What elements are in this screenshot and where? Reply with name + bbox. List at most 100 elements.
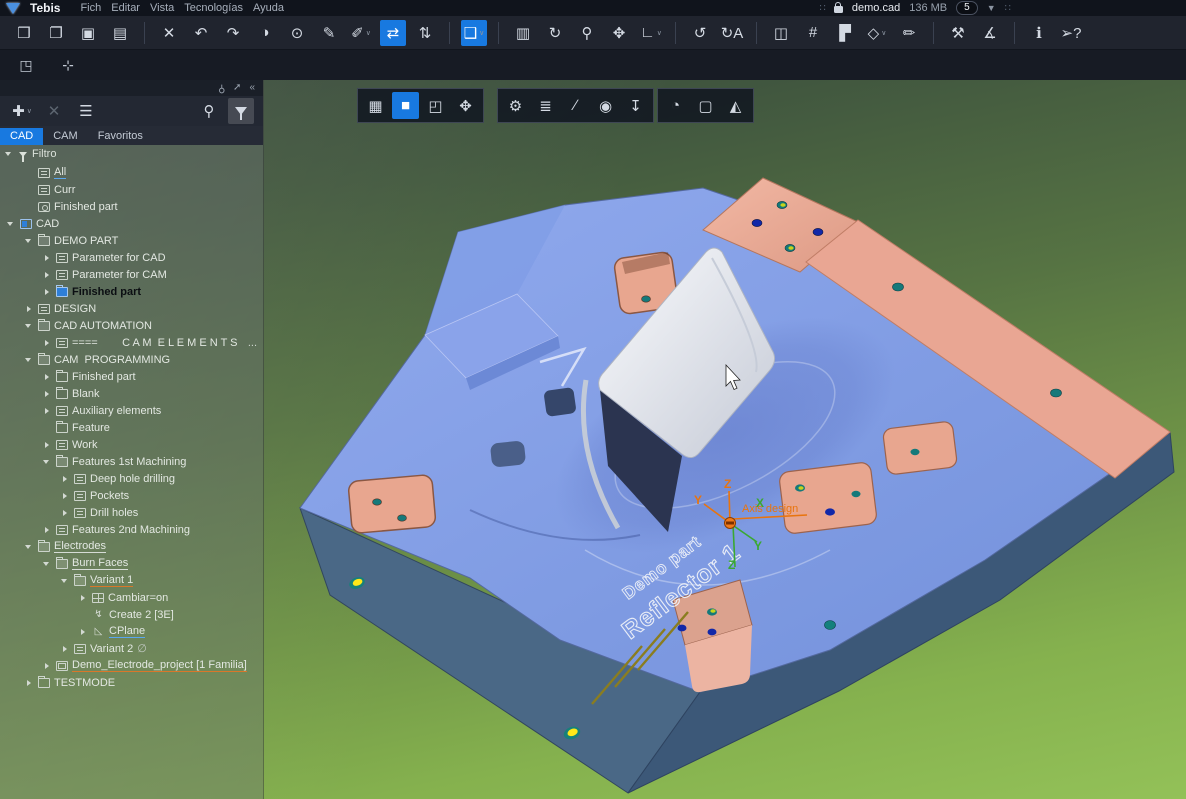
tree-item-design[interactable]: DESIGN (0, 300, 263, 317)
nc-head-icon[interactable]: ⚙ (502, 92, 529, 119)
hidden-line-view-icon[interactable]: ◰ (422, 92, 449, 119)
chevron-closed-icon[interactable] (42, 389, 52, 399)
wireframe-view-icon[interactable]: ▦ (362, 92, 389, 119)
tree-item-cad-automation[interactable]: CAD AUTOMATION (0, 317, 263, 334)
tree-item-create-2-3e[interactable]: ↯Create 2 [3E] (0, 606, 263, 623)
edit-box-icon[interactable]: ✏ (896, 20, 922, 46)
tree-item-variant-1[interactable]: Variant 1 (0, 572, 263, 589)
tree-item-finished-part[interactable]: Finished part (0, 283, 263, 300)
chevron-down-icon[interactable]: ▼ (987, 3, 996, 13)
radius-check-icon[interactable]: ◔ (662, 92, 689, 119)
tree-item-c-a-m-e-l-e-m-e-n-t-s[interactable]: ==== C A M E L E M E N T S... (0, 334, 263, 351)
menu-tecnolog-as[interactable]: Tecnologías (184, 2, 243, 14)
tree-item-parameter-for-cad[interactable]: Parameter for CAD (0, 249, 263, 266)
sync-visibility-icon[interactable]: ⇄ (380, 20, 406, 46)
mill-check-icon[interactable]: ◭ (722, 92, 749, 119)
power-icon[interactable]: ⊙ (284, 20, 310, 46)
shaded-view-icon[interactable]: ■ (392, 92, 419, 119)
filter-icon[interactable] (228, 98, 254, 124)
nc-list-icon[interactable]: ≣ (532, 92, 559, 119)
chevron-closed-icon[interactable] (60, 491, 70, 501)
view-cube-icon[interactable]: ◳ (13, 52, 39, 78)
render-mode-icon[interactable]: ❑∨ (461, 20, 487, 46)
filter-row[interactable]: Filtro (0, 145, 263, 163)
chevron-closed-icon[interactable] (78, 627, 88, 637)
tree-item-finished-part[interactable]: Finished part (0, 368, 263, 385)
delete-icon[interactable]: ✕ (156, 20, 182, 46)
tree-item-work[interactable]: Work (0, 436, 263, 453)
redo-icon[interactable]: ↷ (220, 20, 246, 46)
chevron-open-icon[interactable] (42, 457, 52, 467)
menu-editar[interactable]: Editar (111, 2, 140, 14)
tree-item-feature[interactable]: Feature (0, 419, 263, 436)
surface-check-icon[interactable]: ◉ (592, 92, 619, 119)
chevron-closed-icon[interactable] (60, 508, 70, 518)
pin-icon[interactable]: ⚲ (218, 83, 225, 93)
tree-item-parameter-for-cam[interactable]: Parameter for CAM (0, 266, 263, 283)
tree-item-cam-programming[interactable]: CAM PROGRAMMING (0, 351, 263, 368)
chevron-closed-icon[interactable] (42, 661, 52, 671)
tree-item-deep-hole-drilling[interactable]: Deep hole drilling (0, 470, 263, 487)
tree-item-cplane[interactable]: ◺CPlane (0, 623, 263, 640)
tab-cam[interactable]: CAM (43, 128, 87, 145)
grid-icon[interactable]: # (800, 20, 826, 46)
menu-ayuda[interactable]: Ayuda (253, 2, 284, 14)
tab-cad[interactable]: CAD (0, 128, 43, 145)
chevron-open-icon[interactable] (24, 321, 34, 331)
list-options-icon[interactable]: ☰ (73, 98, 99, 124)
chevron-open-icon[interactable] (60, 576, 70, 586)
chevron-closed-icon[interactable] (60, 474, 70, 484)
tree-item-variant-2[interactable]: Variant 2∅ (0, 640, 263, 657)
menu-fich[interactable]: Fich (80, 2, 101, 14)
frame-icon[interactable]: ▛ (832, 20, 858, 46)
tree-item-all[interactable]: All (0, 164, 263, 181)
select-label-icon[interactable]: ✐∨ (348, 20, 374, 46)
tree-item-pockets[interactable]: Pockets (0, 487, 263, 504)
tree-item-auxiliary-elements[interactable]: Auxiliary elements (0, 402, 263, 419)
detach-icon[interactable]: ➚ (233, 83, 241, 93)
chevron-open-icon[interactable] (42, 559, 52, 569)
color-mode-icon[interactable]: ◑ (252, 20, 278, 46)
rotate-view-icon[interactable]: ↺ (687, 20, 713, 46)
tree-item-blank[interactable]: Blank (0, 385, 263, 402)
open-file-icon[interactable]: ❒ (11, 20, 37, 46)
chevron-open-icon[interactable] (24, 355, 34, 365)
chevron-open-icon[interactable] (24, 236, 34, 246)
drill-tool-icon[interactable]: ↧ (622, 92, 649, 119)
wrench-icon[interactable]: ⚒ (945, 20, 971, 46)
chevron-closed-icon[interactable] (42, 525, 52, 535)
chevron-closed-icon[interactable] (42, 270, 52, 280)
chevron-closed-icon[interactable] (42, 338, 52, 348)
chevron-closed-icon[interactable] (42, 440, 52, 450)
chevron-closed-icon[interactable] (42, 287, 52, 297)
chevron-open-icon[interactable] (24, 542, 34, 552)
axis-tripod-icon[interactable]: ⊹ (55, 52, 81, 78)
search-icon[interactable]: ⚲ (196, 98, 222, 124)
mold-model[interactable] (300, 178, 1174, 793)
menu-vista[interactable]: Vista (150, 2, 174, 14)
collapse-icon[interactable]: « (249, 83, 255, 93)
chevron-closed-icon[interactable] (42, 406, 52, 416)
undo-icon[interactable]: ↶ (188, 20, 214, 46)
save-icon[interactable]: ▣ (75, 20, 101, 46)
chevron-closed-icon[interactable] (78, 593, 88, 603)
chevron-closed-icon[interactable] (42, 372, 52, 382)
drag-handle-icon[interactable]: ∷ (820, 3, 825, 14)
pen-off-icon[interactable]: ✎ (316, 20, 342, 46)
tree-item-features-2nd-machining[interactable]: Features 2nd Machining (0, 521, 263, 538)
tab-favoritos[interactable]: Favoritos (88, 128, 153, 145)
coord-axis-icon[interactable]: ∟∨ (638, 20, 664, 46)
tree-item-curr[interactable]: Curr (0, 181, 263, 198)
rotate-angle-icon[interactable]: ↻A (719, 20, 745, 46)
tree-item-electrodes[interactable]: Electrodes (0, 538, 263, 555)
tree-item-demo-electrode-project-1-familia[interactable]: Demo_Electrode_project [1 Familia] (0, 657, 263, 674)
info-icon[interactable]: ℹ (1026, 20, 1052, 46)
tree-item-testmode[interactable]: TESTMODE (0, 674, 263, 691)
chevron-closed-icon[interactable] (24, 304, 34, 314)
tree-item-cad[interactable]: CAD (0, 215, 263, 232)
zoom-icon[interactable]: ⚲ (574, 20, 600, 46)
line-icon[interactable]: ∕ (562, 92, 589, 119)
print-icon[interactable]: ▤ (107, 20, 133, 46)
tree-item-cambiar-on[interactable]: Cambiar=on (0, 589, 263, 606)
add-icon[interactable]: ✚∨ (9, 98, 35, 124)
